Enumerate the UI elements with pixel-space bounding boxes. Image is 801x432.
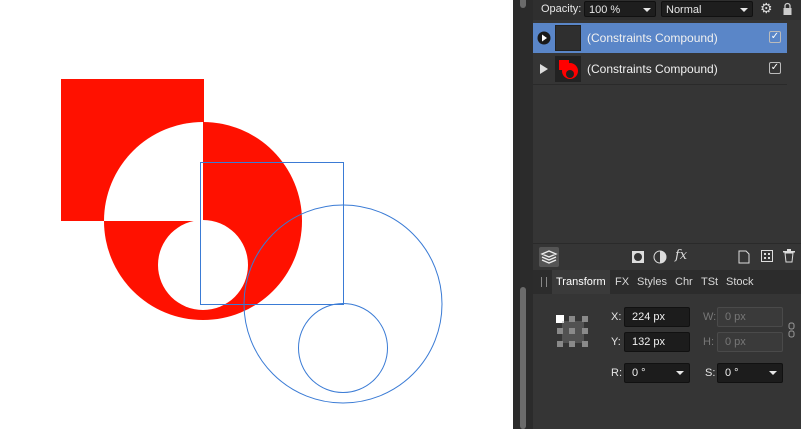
layer-name[interactable]: (Constraints Compound) [587, 31, 718, 45]
layer-row[interactable]: (Constraints Compound) ✓ [533, 54, 787, 84]
trash-icon[interactable] [783, 249, 795, 263]
y-field[interactable]: 132 px [624, 332, 690, 352]
new-pixel-layer-icon[interactable] [738, 250, 750, 264]
blend-mode-value: Normal [666, 4, 702, 16]
vertical-scrollbar[interactable] [513, 0, 533, 429]
opacity-label: Opacity: [541, 3, 582, 15]
tab-fx[interactable]: FX [615, 270, 629, 294]
tab-stock[interactable]: Stock [726, 270, 754, 294]
document-canvas[interactable] [0, 0, 513, 429]
layer-thumbnail [555, 56, 581, 82]
rotation-label: R: [611, 367, 622, 379]
layers-panel: Opacity: 100 % Normal ⚙ (Constraints Com… [533, 0, 801, 429]
group-icon[interactable] [761, 250, 773, 262]
tab-tst[interactable]: TSt [701, 270, 718, 294]
layer-name[interactable]: (Constraints Compound) [587, 62, 718, 76]
rotation-dropdown[interactable]: 0 ° [624, 363, 690, 383]
divider [533, 84, 787, 85]
adjustment-icon[interactable] [653, 250, 667, 264]
link-icon[interactable] [788, 322, 796, 338]
layer-actions-bar: fx [533, 243, 801, 270]
visibility-checkbox[interactable]: ✓ [769, 31, 781, 43]
chevron-down-icon [740, 8, 748, 12]
lock-icon[interactable] [783, 2, 792, 16]
x-label: X: [611, 311, 622, 323]
studio-tabs: Transform FX Styles Chr TSt Stock [533, 270, 801, 294]
canvas-artwork[interactable] [0, 0, 513, 429]
gear-icon[interactable]: ⚙ [760, 0, 773, 17]
tab-transform[interactable]: Transform [552, 270, 610, 294]
y-label: Y: [611, 336, 621, 348]
tab-styles[interactable]: Styles [637, 270, 667, 294]
x-field[interactable]: 224 px [624, 307, 690, 327]
shear-dropdown[interactable]: 0 ° [717, 363, 783, 383]
chevron-down-icon [769, 371, 777, 375]
grip-icon[interactable] [541, 277, 547, 287]
fx-icon[interactable]: fx [675, 248, 687, 263]
outline-circle-small [298, 303, 388, 393]
width-field[interactable]: 0 px [717, 307, 783, 327]
scrollbar-top-cap [520, 0, 526, 8]
layer-toolbar: Opacity: 100 % Normal ⚙ [533, 0, 801, 20]
layer-thumbnail [555, 25, 581, 51]
chevron-down-icon [643, 8, 651, 12]
tab-chr[interactable]: Chr [675, 270, 693, 294]
expand-arrow-icon[interactable] [540, 64, 548, 74]
scrollbar-thumb[interactable] [520, 287, 526, 429]
shear-label: S: [705, 367, 716, 379]
visibility-checkbox[interactable]: ✓ [769, 62, 781, 74]
rotation-value: 0 ° [632, 367, 646, 379]
chevron-down-icon [676, 371, 684, 375]
height-label: H: [703, 336, 714, 348]
expand-arrow-icon[interactable] [537, 31, 551, 45]
layer-row[interactable]: (Constraints Compound) ✓ [533, 23, 787, 53]
opacity-value: 100 % [589, 4, 621, 16]
mask-icon[interactable] [631, 250, 645, 264]
opacity-dropdown[interactable]: 100 % [584, 1, 656, 17]
width-label: W: [703, 311, 717, 323]
blend-mode-dropdown[interactable]: Normal [661, 1, 753, 17]
shear-value: 0 ° [725, 367, 739, 379]
height-field[interactable]: 0 px [717, 332, 783, 352]
anchor-point-selector[interactable] [555, 314, 591, 350]
layers-icon[interactable] [539, 247, 559, 267]
red-compound-shape[interactable] [61, 79, 302, 320]
